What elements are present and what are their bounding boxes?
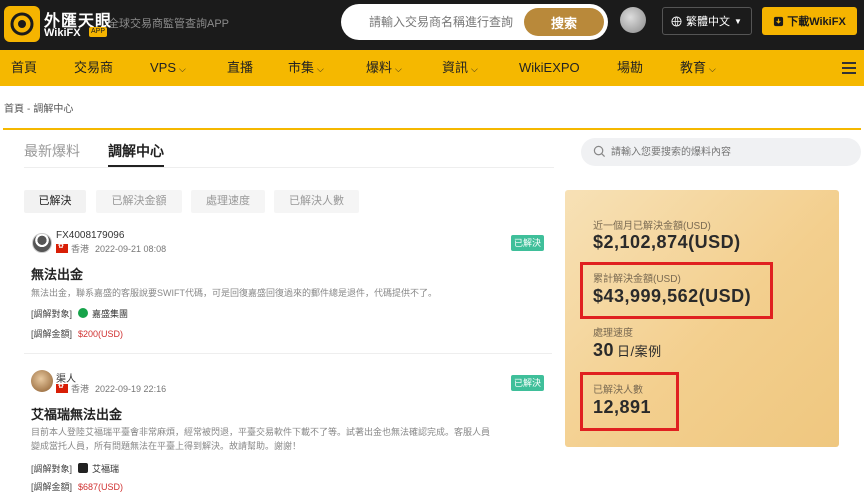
nav-item-brokers[interactable]: 交易商 bbox=[74, 50, 113, 86]
chevron-down-icon: ⌵ bbox=[471, 64, 478, 74]
entry-target-row: [調解對象] 艾福瑞 bbox=[31, 462, 119, 475]
entry-username: FX4008179096 bbox=[56, 230, 125, 241]
target-label: [調解對象] bbox=[31, 464, 73, 474]
hong-kong-flag-icon bbox=[56, 382, 68, 393]
hong-kong-flag-icon bbox=[56, 242, 68, 253]
download-label: 下載WikiFX bbox=[787, 16, 846, 28]
chevron-down-icon: ⌵ bbox=[709, 64, 716, 74]
processing-speed-label: 處理速度 bbox=[593, 328, 633, 339]
complaint-entry[interactable]: FX4008179096 香港 2022-09-21 08:08 已解決 無法出金… bbox=[24, 228, 552, 353]
filter-resolved-people[interactable]: 已解決人數 bbox=[274, 190, 359, 213]
amount-value: $687(USD) bbox=[78, 482, 124, 492]
hamburger-menu-icon[interactable] bbox=[842, 62, 856, 74]
mediation-stats-panel: 近一個月已解決金額(USD) $2,102,874(USD) 累計解決金額(US… bbox=[565, 190, 839, 447]
resolved-badge: 已解決 bbox=[511, 235, 544, 251]
top-header: 外匯天眼 WikiFX APP 全球交易商監管查詢APP 搜索 繁體中文 ▼ 下… bbox=[0, 0, 864, 50]
resolved-badge: 已解決 bbox=[511, 375, 544, 391]
entry-amount-row: [調解金額] $687(USD) bbox=[31, 480, 123, 493]
wikifx-logo-icon[interactable] bbox=[4, 6, 40, 42]
total-amount-label: 累計解決金額(USD) bbox=[593, 274, 681, 285]
chevron-down-icon: ⌵ bbox=[395, 64, 402, 74]
entry-divider bbox=[24, 353, 552, 354]
search-icon bbox=[593, 145, 606, 158]
broker-search-input[interactable] bbox=[341, 4, 531, 40]
download-app-button[interactable]: 下載WikiFX bbox=[762, 7, 857, 35]
resolved-people-label: 已解決人數 bbox=[593, 385, 643, 396]
nav-item-market[interactable]: 市集 ⌵ bbox=[288, 50, 324, 86]
nav-item-wikiexpo[interactable]: WikiEXPO bbox=[519, 50, 580, 86]
entry-date: 2022-09-19 22:16 bbox=[95, 384, 167, 394]
tab-latest-exposure[interactable]: 最新爆料 bbox=[24, 141, 80, 161]
entry-description: 無法出金，聯系嘉盛的客服說要SWIFT代碼，可是回復嘉盛回復過來的郵件總是退件，… bbox=[31, 288, 437, 298]
download-icon bbox=[774, 16, 784, 26]
brand-name-en: WikiFX bbox=[44, 27, 81, 39]
entry-description-line-1: 目前本人登陸艾福瑞平臺會非常麻煩，經常被閃退，平臺交易軟件下載不了等。試著出金也… bbox=[31, 427, 491, 437]
amount-value: $200(USD) bbox=[78, 329, 124, 339]
entry-amount-row: [調解金額] $200(USD) bbox=[31, 327, 123, 340]
chevron-down-icon: ⌵ bbox=[179, 64, 186, 74]
nav-item-news[interactable]: 資訊 ⌵ bbox=[442, 50, 478, 86]
amount-label: [調解金額] bbox=[31, 482, 73, 492]
entry-meta: 香港 2022-09-19 22:16 bbox=[71, 382, 166, 395]
nav-item-vps[interactable]: VPS ⌵ bbox=[150, 50, 186, 86]
speed-unit: 日/案例 bbox=[617, 344, 662, 359]
speed-number: 30 bbox=[593, 340, 615, 360]
filter-processing-speed[interactable]: 處理速度 bbox=[191, 190, 265, 213]
entry-description-line-2: 變成當托人員，所有問題無法在平臺上得到解決。故請幫助。謝謝！ bbox=[31, 441, 302, 451]
complaint-entry[interactable]: 渠人 香港2022-09-19 22:16 已解決 艾福瑞無法出金 目前本人登陸… bbox=[24, 368, 552, 498]
nav-item-live[interactable]: 直播 bbox=[227, 50, 253, 86]
target-label: [調解對象] bbox=[31, 309, 73, 319]
entry-meta: 香港 2022-09-21 08:08 bbox=[71, 242, 166, 255]
nav-item-survey[interactable]: 場勘 bbox=[617, 50, 643, 86]
search-button[interactable]: 搜索 bbox=[524, 8, 604, 36]
main-nav: 首頁 交易商 VPS ⌵ 直播 市集 ⌵ 爆料 ⌵ 資訊 ⌵ WikiEXPO 場勘 教… bbox=[0, 50, 864, 86]
user-avatar bbox=[31, 370, 53, 392]
user-avatar[interactable] bbox=[620, 7, 646, 33]
last-month-amount-value: $2,102,874(USD) bbox=[593, 232, 741, 252]
breadcrumb-home[interactable]: 首頁 bbox=[4, 104, 24, 115]
tab-mediation-center[interactable]: 調解中心 bbox=[108, 141, 164, 161]
chevron-down-icon: ⌵ bbox=[317, 64, 324, 74]
breadcrumb-current: 調解中心 bbox=[33, 104, 74, 115]
target-name[interactable]: 艾福瑞 bbox=[92, 464, 119, 474]
resolved-people-value: 12,891 bbox=[593, 397, 652, 417]
brand-app-badge: APP bbox=[89, 27, 108, 37]
filter-resolved[interactable]: 已解決 bbox=[24, 190, 86, 213]
broker-logo-icon bbox=[78, 308, 89, 318]
language-selector[interactable]: 繁體中文 ▼ bbox=[662, 7, 752, 35]
broker-logo-icon bbox=[78, 463, 89, 473]
nav-item-home[interactable]: 首頁 bbox=[11, 50, 37, 86]
entry-date: 2022-09-21 08:08 bbox=[95, 244, 167, 254]
entry-region: 香港 bbox=[71, 384, 90, 394]
last-month-amount-label: 近一個月已解決金額(USD) bbox=[593, 221, 711, 232]
breadcrumb: 首頁 - 調解中心 bbox=[4, 100, 73, 115]
entry-region: 香港 bbox=[71, 244, 90, 254]
amount-label: [調解金額] bbox=[31, 329, 73, 339]
language-label: 繁體中文 bbox=[686, 16, 730, 28]
nav-item-education[interactable]: 教育 ⌵ bbox=[680, 50, 716, 86]
processing-speed-value: 30 日/案例 bbox=[593, 340, 662, 361]
total-amount-value: $43,999,562(USD) bbox=[593, 286, 752, 306]
nav-item-exposure[interactable]: 爆料 ⌵ bbox=[366, 50, 402, 86]
entry-target-row: [調解對象] 嘉盛集團 bbox=[31, 307, 128, 320]
target-name[interactable]: 嘉盛集團 bbox=[92, 309, 128, 319]
chevron-down-icon: ▼ bbox=[734, 16, 742, 26]
breadcrumb-separator: - bbox=[27, 104, 31, 115]
entry-title[interactable]: 無法出金 bbox=[31, 264, 83, 283]
slogan: 全球交易商監管查詢APP bbox=[108, 18, 230, 30]
broker-search-box: 搜索 bbox=[341, 4, 608, 40]
complaint-search-box bbox=[581, 138, 861, 166]
filter-resolved-amount[interactable]: 已解決金額 bbox=[96, 190, 182, 213]
complaint-search-input[interactable] bbox=[611, 138, 851, 166]
globe-icon bbox=[671, 15, 682, 27]
user-avatar bbox=[32, 233, 52, 253]
tabs-divider bbox=[24, 167, 554, 168]
entry-title[interactable]: 艾福瑞無法出金 bbox=[31, 404, 122, 423]
